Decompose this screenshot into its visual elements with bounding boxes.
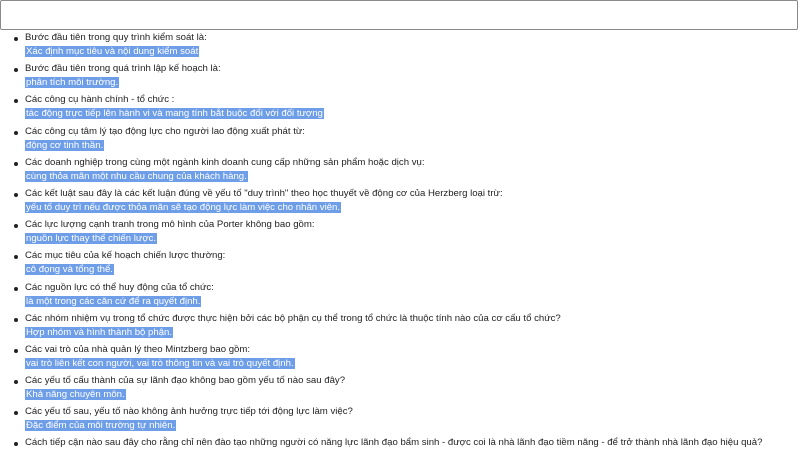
bullet-icon xyxy=(14,192,18,197)
bullet-icon xyxy=(14,380,18,385)
question-text: Các nguồn lực có thể huy động của tổ chứ… xyxy=(25,281,214,293)
bullet-icon xyxy=(14,224,18,229)
bullet-icon xyxy=(14,442,18,447)
list-item: Các nguồn lực có thể huy động của tổ chứ… xyxy=(12,282,792,313)
answer-text: cô đọng và tổng thể. xyxy=(25,264,114,276)
list-item: Các công cụ hành chính - tổ chức : tác đ… xyxy=(12,94,792,125)
question-text: Bước đầu tiên trong quy trình kiểm soát … xyxy=(25,32,207,43)
question-text: Các công cụ hành chính - tổ chức : xyxy=(25,94,175,106)
question-text: Các nhóm nhiệm vụ trong tổ chức được thự… xyxy=(25,312,561,324)
list-item: Các công cụ tâm lý tạo động lực cho ngườ… xyxy=(12,126,792,157)
answer-text: nguồn lực thay thế chiến lược. xyxy=(25,233,158,245)
answer-text: Xác định mục tiêu và nội dung kiểm soát xyxy=(25,46,200,57)
list-item: Bước đầu tiên trong quá trình lập kế hoạ… xyxy=(12,63,792,94)
answer-text: cùng thỏa mãn một nhu cầu chung của khác… xyxy=(25,170,248,182)
answer-text: tác động trực tiếp lên hành vi và mang t… xyxy=(25,108,324,120)
bullet-icon xyxy=(14,68,18,73)
question-text: Các công cụ tâm lý tạo động lực cho ngườ… xyxy=(25,125,305,137)
answer-text: động cơ tinh thần. xyxy=(25,139,105,151)
list-item: Các vai trò của nhà quản lý theo Mintzbe… xyxy=(12,344,792,375)
bullet-icon xyxy=(14,161,18,166)
question-text: Các doanh nghiệp trong cùng một ngành ki… xyxy=(25,156,425,168)
list-item: Các lực lượng cạnh tranh trong mô hình c… xyxy=(12,219,792,250)
list-item: Bước đầu tiên trong quy trình kiểm soát … xyxy=(12,32,792,63)
question-text: Bước đầu tiên trong quá trình lập kế hoạ… xyxy=(25,63,221,75)
question-text: Các vai trò của nhà quản lý theo Mintzbe… xyxy=(25,343,251,355)
answer-text: Đặc điểm của môi trường tự nhiên. xyxy=(25,420,177,432)
question-list: Bước đầu tiên trong quy trình kiểm soát … xyxy=(12,32,792,450)
question-text: Cách tiếp cận nào sau đây cho rằng chỉ n… xyxy=(25,437,763,449)
bullet-icon xyxy=(14,411,18,416)
list-item: Các nhóm nhiệm vụ trong tổ chức được thự… xyxy=(12,313,792,344)
question-text: Các yếu tố cấu thành của sự lãnh đạo khô… xyxy=(25,375,346,387)
list-item: Các doanh nghiệp trong cùng một ngành ki… xyxy=(12,157,792,188)
list-item: Các yếu tố cấu thành của sự lãnh đạo khô… xyxy=(12,375,792,406)
page: Bước đầu tiên trong quy trình kiểm soát … xyxy=(0,0,800,450)
answer-text: Khả năng chuyên môn. xyxy=(25,389,126,401)
bullet-icon xyxy=(14,286,18,291)
bullet-icon xyxy=(14,348,18,353)
list-item: Cách tiếp cận nào sau đây cho rằng chỉ n… xyxy=(12,437,792,450)
bullet-icon xyxy=(14,99,18,104)
bullet-icon xyxy=(14,130,18,135)
answer-text: yếu tố duy trì nếu được thỏa mãn sẽ tạo … xyxy=(25,201,342,213)
search-input[interactable] xyxy=(0,0,798,30)
question-text: Các mục tiêu của kế hoạch chiến lược thư… xyxy=(25,250,226,262)
list-item: Các yếu tố sau, yếu tố nào không ảnh hưở… xyxy=(12,406,792,437)
answer-text: Hợp nhóm và hình thành bộ phận. xyxy=(25,326,174,338)
bullet-icon xyxy=(14,37,18,41)
answer-text: phân tích môi trường. xyxy=(25,77,120,89)
list-item: Các mục tiêu của kế hoạch chiến lược thư… xyxy=(12,250,792,281)
question-text: Các kết luật sau đây là các kết luận đún… xyxy=(25,187,503,199)
list-item: Các kết luật sau đây là các kết luận đún… xyxy=(12,188,792,219)
answer-text: vai trò liên kết con người, vai trò thôn… xyxy=(25,357,295,369)
bullet-icon xyxy=(14,255,18,260)
bullet-icon xyxy=(14,317,18,322)
answer-text: là một trong các căn cứ để ra quyết định… xyxy=(25,295,202,307)
question-text: Các lực lượng cạnh tranh trong mô hình c… xyxy=(25,219,315,231)
question-text: Các yếu tố sau, yếu tố nào không ảnh hưở… xyxy=(25,406,353,418)
